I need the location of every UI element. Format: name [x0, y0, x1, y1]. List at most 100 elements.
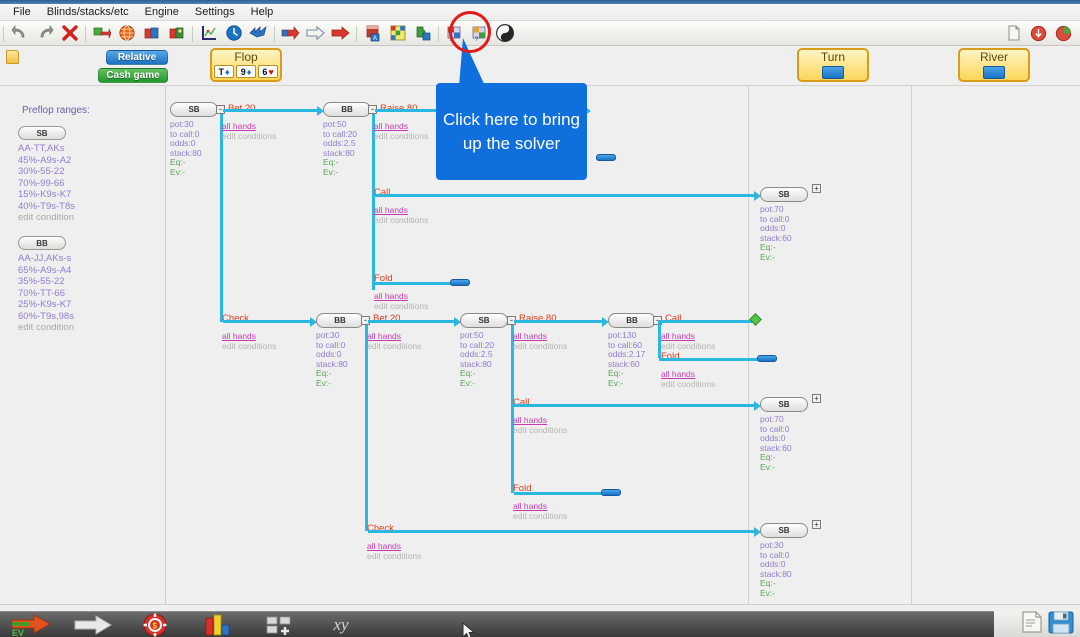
range-line[interactable]: 15%-K9s-K7: [18, 189, 138, 201]
bar-chart-icon[interactable]: [186, 612, 248, 637]
clock-blue-icon[interactable]: [222, 22, 245, 45]
tree-node-sb-2[interactable]: SB: [760, 187, 808, 202]
document-icon[interactable]: [1020, 611, 1044, 637]
new-doc-icon[interactable]: [1002, 22, 1025, 45]
range-line[interactable]: 70%-TT-66: [18, 288, 138, 300]
all-hands-link[interactable]: all hands: [513, 331, 547, 341]
menu-settings[interactable]: Settings: [187, 5, 243, 19]
arrow-right-red-icon[interactable]: [329, 22, 352, 45]
arrow-outline-icon[interactable]: [304, 22, 327, 45]
range-line[interactable]: AA-JJ,AKs-s: [18, 253, 138, 265]
menu-engine[interactable]: Engine: [137, 5, 187, 19]
all-hands-link[interactable]: all hands: [367, 331, 401, 341]
globe-orange-icon[interactable]: [115, 22, 138, 45]
expand-toggle-sb-5[interactable]: +: [812, 520, 821, 529]
range-line[interactable]: AA-TT,AKs: [18, 143, 138, 155]
terminal-stub[interactable]: [596, 154, 616, 161]
range-line[interactable]: 25%-K9s-K7: [18, 299, 138, 311]
all-hands-link[interactable]: all hands: [374, 205, 408, 215]
edit-conditions-link[interactable]: edit conditions: [374, 301, 428, 311]
tree-node-sb-4[interactable]: SB: [760, 397, 808, 412]
range-line[interactable]: 40%-T9s-T8s: [18, 201, 138, 213]
all-hands-link[interactable]: all hands: [367, 541, 401, 551]
xy-axes-icon[interactable]: xy: [310, 612, 372, 637]
tree-node-sb-5[interactable]: SB: [760, 523, 808, 538]
stacks-icon[interactable]: [248, 612, 310, 637]
edit-conditions-link[interactable]: edit conditions: [222, 131, 276, 141]
ev-arrow-icon[interactable]: EV: [0, 612, 62, 637]
range-line[interactable]: 65%-A9s-A4: [18, 265, 138, 277]
birds-blue-icon[interactable]: [247, 22, 270, 45]
table-a-icon[interactable]: A: [361, 22, 384, 45]
undo-icon[interactable]: [8, 22, 31, 45]
save-floppy-icon[interactable]: [1048, 610, 1074, 637]
edit-condition-link[interactable]: edit condition: [18, 322, 138, 334]
tree-node-sb-root[interactable]: SB: [170, 102, 218, 117]
chart-axes-icon[interactable]: [197, 22, 220, 45]
all-hands-link[interactable]: all hands: [222, 331, 256, 341]
minimize-button[interactable]: [1027, 22, 1050, 45]
river-card-placeholder[interactable]: [983, 66, 1005, 79]
edit-conditions-link[interactable]: edit conditions: [367, 341, 421, 351]
range-line[interactable]: 70%-99-66: [18, 178, 138, 190]
arrow-right-icon[interactable]: [62, 612, 124, 637]
tree-node-bb-1[interactable]: BB: [323, 102, 371, 117]
range-position-sb-button[interactable]: SB: [18, 126, 66, 140]
tree-node-bb-2[interactable]: BB: [316, 313, 364, 328]
range-line[interactable]: 35%-55-22: [18, 276, 138, 288]
menu-blinds-stacks-etc[interactable]: Blinds/stacks/etc: [39, 5, 137, 19]
menu-file[interactable]: File: [5, 5, 39, 19]
edit-conditions-link[interactable]: edit conditions: [374, 131, 428, 141]
delete-red-x-icon[interactable]: [58, 22, 81, 45]
edit-conditions-link[interactable]: edit conditions: [513, 511, 567, 521]
card-1[interactable]: T♦: [214, 65, 234, 78]
terminal-stub[interactable]: [601, 489, 621, 496]
expand-toggle-sb-4[interactable]: +: [812, 394, 821, 403]
all-hands-link[interactable]: all hands: [661, 331, 695, 341]
puzzle-piece-icon[interactable]: [411, 22, 434, 45]
close-button[interactable]: [1052, 22, 1075, 45]
terminal-stub[interactable]: [757, 355, 777, 362]
edit-conditions-link[interactable]: edit conditions: [513, 341, 567, 351]
edit-conditions-link[interactable]: edit conditions: [661, 379, 715, 389]
card-3[interactable]: 6♥: [258, 65, 278, 78]
range-line[interactable]: 30%-55-22: [18, 166, 138, 178]
edit-condition-link[interactable]: edit condition: [18, 212, 138, 224]
range-line[interactable]: 60%-T9s,98s: [18, 311, 138, 323]
range-line[interactable]: 45%-A9s-A2: [18, 155, 138, 167]
expand-toggle-sb-2[interactable]: +: [812, 184, 821, 193]
all-hands-link[interactable]: all hands: [513, 501, 547, 511]
arrow-step-red-icon[interactable]: [279, 22, 302, 45]
folder-person-icon[interactable]: [165, 22, 188, 45]
range-position-bb-button[interactable]: BB: [18, 236, 66, 250]
tag-relative[interactable]: Relative: [106, 50, 168, 65]
card-2[interactable]: 9♦: [236, 65, 256, 78]
edit-conditions-link[interactable]: edit conditions: [513, 425, 567, 435]
edit-conditions-link[interactable]: edit conditions: [374, 215, 428, 225]
grid-colors-icon[interactable]: [386, 22, 409, 45]
redo-icon[interactable]: [33, 22, 56, 45]
all-hands-link[interactable]: all hands: [661, 369, 695, 379]
add-node-green-icon[interactable]: [90, 22, 113, 45]
all-hands-link[interactable]: all hands: [513, 415, 547, 425]
terminal-diamond[interactable]: [749, 313, 762, 326]
menu-help[interactable]: Help: [243, 5, 282, 19]
game-tree-canvas[interactable]: SB pot:30 to call:0 odds:0 stack:80 Eq:-…: [166, 86, 1080, 604]
poker-chip-icon[interactable]: $: [124, 612, 186, 637]
solver-yinyang-icon[interactable]: [493, 22, 516, 45]
edit-conditions-link[interactable]: edit conditions: [367, 551, 421, 561]
all-hands-link[interactable]: all hands: [374, 291, 408, 301]
turn-card-placeholder[interactable]: [822, 66, 844, 79]
all-hands-link[interactable]: all hands: [222, 121, 256, 131]
all-hands-link[interactable]: all hands: [374, 121, 408, 131]
tree-node-sb-3[interactable]: SB: [460, 313, 508, 328]
edit-conditions-link[interactable]: edit conditions: [222, 341, 276, 351]
tree-node-bb-3[interactable]: BB: [608, 313, 656, 328]
edit-conditions-link[interactable]: edit conditions: [661, 341, 715, 351]
terminal-stub[interactable]: [450, 279, 470, 286]
folder-blue-icon[interactable]: [140, 22, 163, 45]
street-turn[interactable]: Turn: [797, 48, 869, 82]
street-flop[interactable]: Flop T♦ 9♦ 6♥: [210, 48, 282, 82]
street-river[interactable]: River: [958, 48, 1030, 82]
tag-cash-game[interactable]: Cash game: [98, 68, 168, 83]
